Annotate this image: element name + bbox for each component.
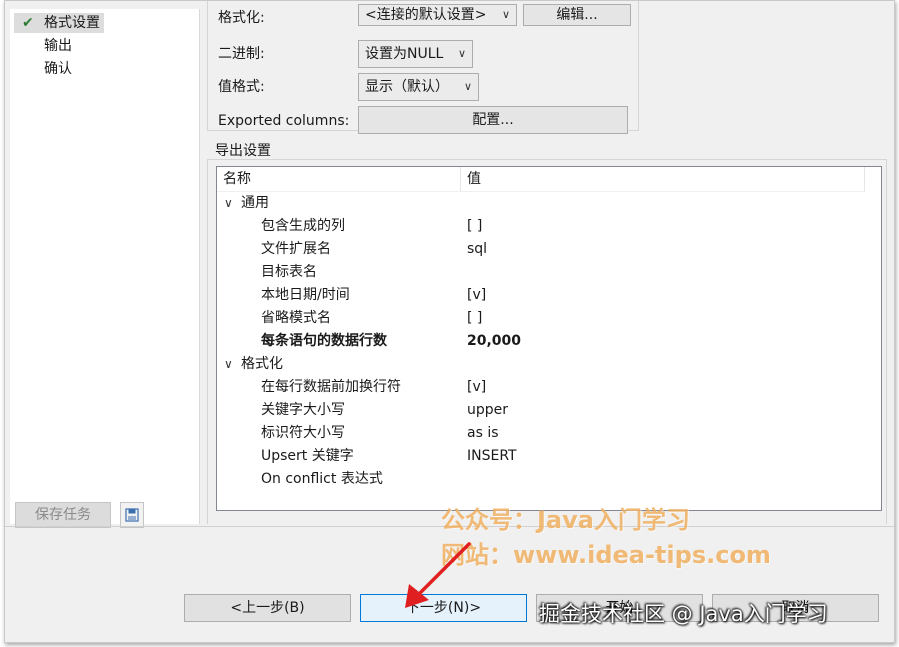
binary-label: 二进制: <box>218 46 265 62</box>
edit-formatting-button[interactable]: 编辑... <box>523 4 631 26</box>
property-value[interactable]: [v] <box>467 376 486 399</box>
property-value[interactable]: as is <box>467 422 499 445</box>
group-row-general[interactable]: ∨ 通用 <box>217 192 867 215</box>
format-settings-page: 格式化: <连接的默认设置> ∨ 编辑... 二进制: 设置为NULL ∨ 值格… <box>201 1 892 524</box>
property-row[interactable]: 本地日期/时间 [v] <box>217 284 867 307</box>
property-name: 本地日期/时间 <box>261 287 350 303</box>
save-task-button[interactable]: 保存任务 <box>15 502 111 528</box>
property-row[interactable]: 省略模式名 [ ] <box>217 307 867 330</box>
formatting-select-value: <连接的默认设置> <box>365 7 487 23</box>
chevron-down-icon[interactable]: ∨ <box>224 192 233 215</box>
property-name: 目标表名 <box>261 264 317 280</box>
step-label: 格式设置 <box>44 15 100 31</box>
binary-select-value: 设置为NULL <box>365 46 444 62</box>
property-name: 包含生成的列 <box>261 218 345 234</box>
chevron-down-icon: ∨ <box>501 8 510 21</box>
group-label: 格式化 <box>241 356 283 372</box>
chevron-down-icon: ∨ <box>457 47 466 60</box>
property-name: 文件扩展名 <box>261 241 331 257</box>
column-header-value[interactable]: 值 <box>461 167 865 191</box>
chevron-down-icon[interactable]: ∨ <box>224 353 233 376</box>
binary-select[interactable]: 设置为NULL ∨ <box>358 40 473 68</box>
property-row[interactable]: 包含生成的列 [ ] <box>217 215 867 238</box>
property-row[interactable]: 目标表名 <box>217 261 867 284</box>
step-format-settings[interactable]: ✔ 格式设置 <box>14 13 104 33</box>
formatting-label: 格式化: <box>218 10 265 26</box>
value-format-select[interactable]: 显示（默认） ∨ <box>358 73 479 101</box>
property-name: 每条语句的数据行数 <box>261 333 387 349</box>
configure-columns-button[interactable]: 配置... <box>358 106 628 134</box>
red-arrow-annotation <box>405 542 471 608</box>
property-row[interactable]: 关键字大小写 upper <box>217 399 867 422</box>
property-name: On conflict 表达式 <box>261 471 383 487</box>
property-value[interactable]: [ ] <box>467 215 482 238</box>
chevron-down-icon: ∨ <box>463 80 472 93</box>
property-name: 标识符大小写 <box>261 425 345 441</box>
step-label: 输出 <box>44 38 72 54</box>
save-settings-button[interactable] <box>120 502 144 528</box>
check-icon: ✔ <box>22 15 34 31</box>
property-row[interactable]: Upsert 关键字 INSERT <box>217 445 867 468</box>
group-row-formatting[interactable]: ∨ 格式化 <box>217 353 867 376</box>
watermark-line-2: 网站：www.idea-tips.com <box>441 541 771 569</box>
property-value[interactable]: 20,000 <box>467 330 521 353</box>
property-row[interactable]: 标识符大小写 as is <box>217 422 867 445</box>
group-label: 通用 <box>241 195 269 211</box>
property-value[interactable]: upper <box>467 399 508 422</box>
export-settings-group: 名称 值 ∨ 通用 包含生成的列 [ ] 文件扩展名 sql 目标表名 本地日期… <box>207 159 887 524</box>
property-value[interactable]: sql <box>467 238 487 261</box>
back-button[interactable]: <上一步(B) <box>184 594 351 622</box>
step-confirm[interactable]: 确认 <box>14 59 76 79</box>
formatting-select[interactable]: <连接的默认设置> ∨ <box>358 4 517 26</box>
property-name: 在每行数据前加换行符 <box>261 379 401 395</box>
property-value[interactable]: [v] <box>467 284 486 307</box>
watermark-line-1: 公众号：Java入门学习 <box>441 506 690 534</box>
property-name: Upsert 关键字 <box>261 448 354 464</box>
property-value[interactable]: [ ] <box>467 307 482 330</box>
wizard-steps-panel: ✔ 格式设置 输出 确认 保存任务 <box>10 9 200 528</box>
save-settings-icon <box>125 508 139 522</box>
property-row[interactable]: 在每行数据前加换行符 [v] <box>217 376 867 399</box>
step-output[interactable]: 输出 <box>14 36 76 56</box>
property-row[interactable]: On conflict 表达式 <box>217 468 867 491</box>
exported-columns-label: Exported columns: <box>218 113 350 129</box>
format-group: 格式化: <连接的默认设置> ∨ 编辑... 二进制: 设置为NULL ∨ 值格… <box>207 1 639 134</box>
credit-overlay: 掘金技术社区 @ Java入门学习 <box>539 602 828 626</box>
property-name: 省略模式名 <box>261 310 331 326</box>
properties-table: 名称 值 ∨ 通用 包含生成的列 [ ] 文件扩展名 sql 目标表名 本地日期… <box>216 166 882 511</box>
value-format-label: 值格式: <box>218 79 265 95</box>
property-row[interactable]: 文件扩展名 sql <box>217 238 867 261</box>
property-row[interactable]: 每条语句的数据行数 20,000 <box>217 330 867 353</box>
column-header-name[interactable]: 名称 <box>217 167 461 191</box>
step-label: 确认 <box>44 61 72 77</box>
property-name: 关键字大小写 <box>261 402 345 418</box>
export-settings-title: 导出设置 <box>215 143 271 159</box>
property-value[interactable]: INSERT <box>467 445 517 468</box>
value-format-select-value: 显示（默认） <box>365 79 449 95</box>
